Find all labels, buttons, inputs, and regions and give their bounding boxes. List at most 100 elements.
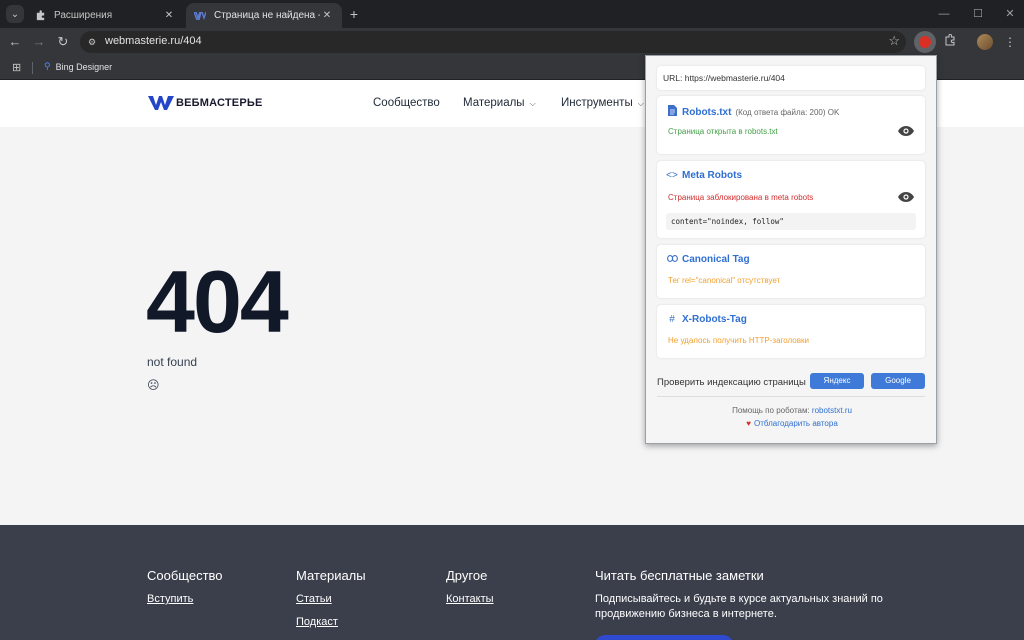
reload-icon: ↻ <box>57 34 69 49</box>
forward-arrow-icon: → <box>32 34 46 49</box>
robots-response-code: (Код ответа файла: 200) OK <box>735 107 840 117</box>
footer-title-community: Сообщество <box>147 568 223 583</box>
footer-link-articles[interactable]: Статьи <box>296 593 332 605</box>
canonical-title[interactable]: Canonical Tag <box>682 254 750 265</box>
minimize-button[interactable]: — <box>934 6 954 22</box>
error-text: not found <box>147 355 198 369</box>
extensions-button[interactable] <box>941 33 959 51</box>
robots-txt-card: Robots.txt (Код ответа файла: 200) OK Ст… <box>657 96 925 154</box>
maximize-button[interactable]: ☐ <box>968 6 988 22</box>
menu-kebab-icon: ⋮ <box>1004 35 1016 49</box>
check-google-button[interactable]: Google <box>871 373 925 389</box>
x-robots-card: # X-Robots-Tag Не удалось получить HTTP-… <box>657 305 925 358</box>
error-code: 404 <box>146 252 289 351</box>
bookmark-label: Bing Designer <box>55 61 113 72</box>
footer-notes-title: Читать бесплатные заметки <box>595 568 764 583</box>
heart-icon: ♥ <box>746 419 751 428</box>
close-icon[interactable]: ✕ <box>320 10 334 21</box>
logo-text: ВЕБМАСТЕРЬЕ <box>176 97 263 109</box>
help-prefix: Помощь по роботам: <box>732 406 810 415</box>
site-info-icon[interactable]: ⚙ <box>86 36 98 48</box>
meta-robots-card: <> Meta Robots Страница заблокирована в … <box>657 161 925 238</box>
tab-title: Страница не найдена - Вебмастерье <box>214 10 320 21</box>
forward-button[interactable]: → <box>30 33 48 51</box>
nav-materials[interactable]: Материалы ⌵ <box>463 97 536 109</box>
profile-avatar[interactable] <box>977 34 993 50</box>
vm-favicon-icon <box>194 10 206 22</box>
address-url[interactable]: webmasterie.ru/404 <box>105 35 202 47</box>
nav-label: Сообщество <box>373 97 440 109</box>
footer-title-other: Другое <box>446 568 488 583</box>
check-yandex-button[interactable]: Яндекс <box>810 373 864 389</box>
eye-icon[interactable] <box>898 126 914 136</box>
browser-menu-button[interactable]: ⋮ <box>1001 33 1019 51</box>
chevron-down-icon: ⌄ <box>10 8 20 20</box>
minimize-icon: — <box>938 8 950 20</box>
link-icon <box>666 254 678 265</box>
new-tab-button[interactable]: + <box>346 6 362 22</box>
bookmark-bing-designer[interactable]: ⚲ Bing Designer <box>44 61 112 72</box>
search-icon: ⚲ <box>44 61 51 71</box>
close-icon[interactable]: ✕ <box>162 10 176 21</box>
robots-status: Страница открыта в robots.txt <box>668 127 778 136</box>
tab-strip: ⌄ Расширения ✕ Страница не найдена - Веб… <box>0 0 1024 28</box>
tab-current-page[interactable]: Страница не найдена - Вебмастерье ✕ <box>186 3 342 28</box>
x-robots-title[interactable]: X-Robots-Tag <box>682 314 747 325</box>
nav-community[interactable]: Сообщество <box>373 97 440 109</box>
extensions-puzzle-icon <box>944 33 956 49</box>
maximize-icon: ☐ <box>973 8 983 20</box>
site-footer: Сообщество Вступить Материалы Статьи Под… <box>0 525 1024 640</box>
robots-extension-button[interactable] <box>914 31 936 53</box>
tab-extensions[interactable]: Расширения ✕ <box>26 3 184 28</box>
footer-title-materials: Материалы <box>296 568 366 583</box>
card-title: Canonical Tag <box>666 254 750 265</box>
help-line: Помощь по роботам: robotstxt.ru <box>646 406 938 415</box>
footer-link-join[interactable]: Вступить <box>147 593 193 605</box>
apps-grid-icon[interactable]: ⊞ <box>12 61 21 74</box>
canonical-card: Canonical Tag Тег rel="canonical" отсутс… <box>657 245 925 298</box>
bookmark-star-icon[interactable]: ☆ <box>888 33 900 49</box>
nav-tools[interactable]: Инструменты ⌵ <box>561 97 644 109</box>
reload-button[interactable]: ↻ <box>54 33 72 51</box>
browser-toolbar: ← → ↻ ⚙ webmasterie.ru/404 ☆ ⋮ <box>0 28 1024 56</box>
address-bar[interactable]: ⚙ webmasterie.ru/404 ☆ <box>80 31 906 53</box>
close-window-button[interactable]: ✕ <box>1000 6 1020 22</box>
nav-label: Инструменты <box>561 97 633 109</box>
subscribe-button[interactable] <box>595 635 733 640</box>
meta-robots-status: Страница заблокирована в meta robots <box>668 193 814 202</box>
back-arrow-icon: ← <box>8 34 22 49</box>
thank-author-link[interactable]: Отблагодарить автора <box>754 419 838 428</box>
sad-face-icon: ☹ <box>147 378 160 392</box>
check-indexing-label: Проверить индексацию страницы <box>657 377 806 388</box>
footer-link-contacts[interactable]: Контакты <box>446 593 494 605</box>
meta-robots-code: content="noindex, follow" <box>666 213 916 230</box>
card-title: # X-Robots-Tag <box>666 314 747 325</box>
eye-icon[interactable] <box>898 192 914 202</box>
robots-extension-icon <box>919 36 931 48</box>
footer-notes-text: Подписывайтесь и будьте в курсе актуальн… <box>595 593 883 620</box>
tab-search-button[interactable]: ⌄ <box>6 5 24 23</box>
puzzle-icon <box>34 10 46 22</box>
chevron-down-icon: ⌵ <box>529 99 536 108</box>
robots-checker-popup: URL: https://webmasterie.ru/404 Robots.t… <box>645 55 937 444</box>
chevron-down-icon: ⌵ <box>637 99 644 108</box>
site-logo[interactable]: ВЕБМАСТЕРЬЕ <box>148 96 263 110</box>
help-link[interactable]: robotstxt.ru <box>812 406 852 415</box>
nav-label: Материалы <box>463 97 525 109</box>
card-title: <> Meta Robots <box>666 170 742 181</box>
bookmarks-divider <box>32 62 33 74</box>
document-icon <box>666 105 678 119</box>
canonical-status: Тег rel="canonical" отсутствует <box>668 276 781 285</box>
code-brackets-icon: <> <box>666 170 678 181</box>
footer-link-podcast[interactable]: Подкаст <box>296 616 338 628</box>
plus-icon: + <box>349 6 359 22</box>
close-icon: ✕ <box>1005 8 1015 20</box>
back-button[interactable]: ← <box>6 33 24 51</box>
checked-url: URL: https://webmasterie.ru/404 <box>663 73 785 83</box>
meta-robots-title[interactable]: Meta Robots <box>682 170 742 181</box>
card-title: Robots.txt (Код ответа файла: 200) OK <box>666 105 839 119</box>
url-card: URL: https://webmasterie.ru/404 <box>657 66 925 90</box>
robots-title[interactable]: Robots.txt <box>682 107 731 118</box>
tab-title: Расширения <box>54 10 113 21</box>
logo-mark-icon <box>148 96 174 110</box>
